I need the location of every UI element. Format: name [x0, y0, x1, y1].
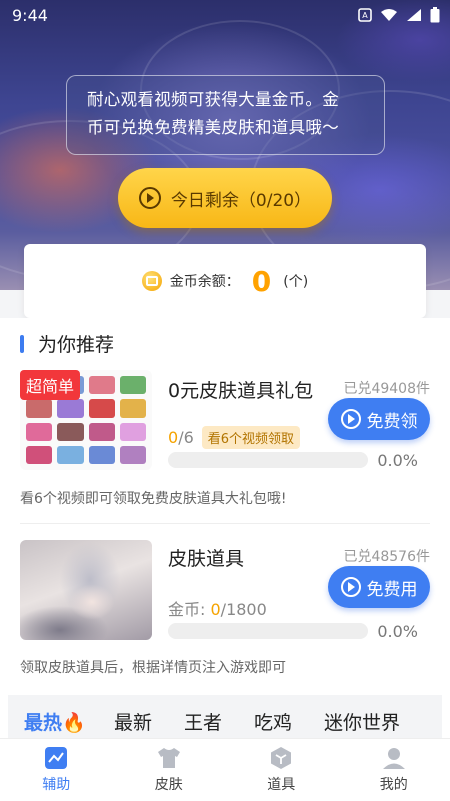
nav-mine[interactable]: 我的: [338, 739, 450, 801]
coins-label: 金币:: [168, 600, 211, 619]
balance-value: 0: [251, 264, 272, 298]
section-accent-bar: [20, 334, 24, 353]
section-header: 为你推荐: [20, 330, 114, 357]
video-progress: 0/6 看6个视频领取: [168, 426, 301, 449]
play-icon: [340, 577, 361, 597]
progress-percent: 0.0%: [377, 451, 418, 470]
nav-label: 辅助: [42, 777, 71, 793]
progress-bar: [168, 623, 368, 639]
nav-assist[interactable]: 辅助: [0, 739, 113, 801]
category-tabs: 最热🔥 最新 王者 吃鸡 迷你世界: [8, 695, 442, 738]
tab-mini-world[interactable]: 迷你世界: [324, 708, 400, 735]
item-title: 皮肤道具: [168, 548, 245, 570]
notice-box: 耐心观看视频可获得大量金币。金 币可兑换免费精美皮肤和道具哦～: [66, 75, 385, 155]
wifi-icon: [381, 9, 397, 21]
bottom-navigation: 辅助 皮肤 道具 我的: [0, 738, 450, 801]
tab-honor-of-kings[interactable]: 王者: [184, 708, 222, 735]
free-use-button[interactable]: 免费用: [328, 566, 430, 608]
cube-icon: [271, 747, 292, 769]
tab-pubg[interactable]: 吃鸡: [254, 708, 292, 735]
progress-percent: 0.0%: [377, 622, 418, 641]
coin-balance-card: 金币余额： 0 (个): [24, 244, 426, 318]
coin-progress: 金币: 0/1800: [168, 596, 267, 620]
nav-label: 道具: [267, 777, 296, 793]
tab-hottest[interactable]: 最热🔥: [24, 708, 86, 735]
svg-text:A: A: [362, 11, 368, 20]
balance-unit: (个): [283, 274, 309, 290]
signal-icon: [407, 9, 421, 21]
progress-total: /6: [178, 428, 194, 447]
item-title: 0元皮肤道具礼包: [168, 380, 314, 402]
watch-videos-tag: 看6个视频领取: [201, 426, 301, 449]
status-bar: 9:44 A: [0, 0, 450, 30]
nav-skins[interactable]: 皮肤: [113, 739, 226, 801]
section-title: 为你推荐: [38, 334, 115, 356]
play-icon: [138, 187, 161, 209]
nav-label: 皮肤: [154, 777, 183, 793]
notice-line: 耐心观看视频可获得大量金币。金: [87, 90, 339, 109]
redeemed-count: 已兑48576件: [343, 549, 430, 565]
free-use-label: 免费用: [366, 579, 418, 600]
progress-total: /1800: [220, 600, 267, 619]
today-remaining-button[interactable]: 今日剩余（0/20）: [118, 168, 332, 228]
tab-newest[interactable]: 最新: [114, 708, 152, 735]
nav-label: 我的: [379, 777, 408, 793]
item-description: 领取皮肤道具后，根据详情页注入游戏即可: [20, 660, 286, 676]
chart-icon: [45, 747, 68, 769]
list-item-gift-pack[interactable]: 超简单 0元皮肤道具礼包 已兑49408件 0/6 看6个视频领取 免费领 0.0…: [0, 370, 450, 530]
nav-props[interactable]: 道具: [225, 739, 338, 801]
status-icons: A: [358, 7, 440, 23]
free-claim-button[interactable]: 免费领: [328, 398, 430, 440]
progress-bar: [168, 452, 368, 468]
item-description: 看6个视频即可领取免费皮肤道具大礼包哦!: [20, 491, 287, 507]
balance-label: 金币余额：: [169, 274, 240, 290]
user-icon: [382, 748, 405, 769]
notice-line: 币可兑换免费精美皮肤和道具哦～: [87, 118, 339, 137]
recommend-section: 为你推荐 超简单 0元皮肤道具礼包 已兑49408件 0/6 看6个视频领取 免费…: [0, 318, 450, 738]
shirt-icon: [157, 748, 180, 768]
progress-current: 0: [168, 428, 179, 447]
easy-badge: 超简单: [20, 370, 81, 400]
notification-icon: A: [358, 8, 372, 22]
status-time: 9:44: [12, 5, 48, 25]
progress-current: 0: [210, 600, 221, 619]
divider: [20, 523, 430, 524]
battery-icon: [430, 7, 440, 23]
redeemed-count: 已兑49408件: [343, 381, 430, 397]
today-remaining-label: 今日剩余（0/20）: [170, 190, 312, 211]
skin-thumbnail: [20, 540, 152, 640]
list-item-skin-props[interactable]: 皮肤道具 已兑48576件 金币: 0/1800 免费用 0.0% 领取皮肤道具…: [0, 540, 450, 690]
play-icon: [340, 409, 361, 429]
free-claim-label: 免费领: [366, 411, 418, 432]
coin-icon: [141, 271, 162, 291]
